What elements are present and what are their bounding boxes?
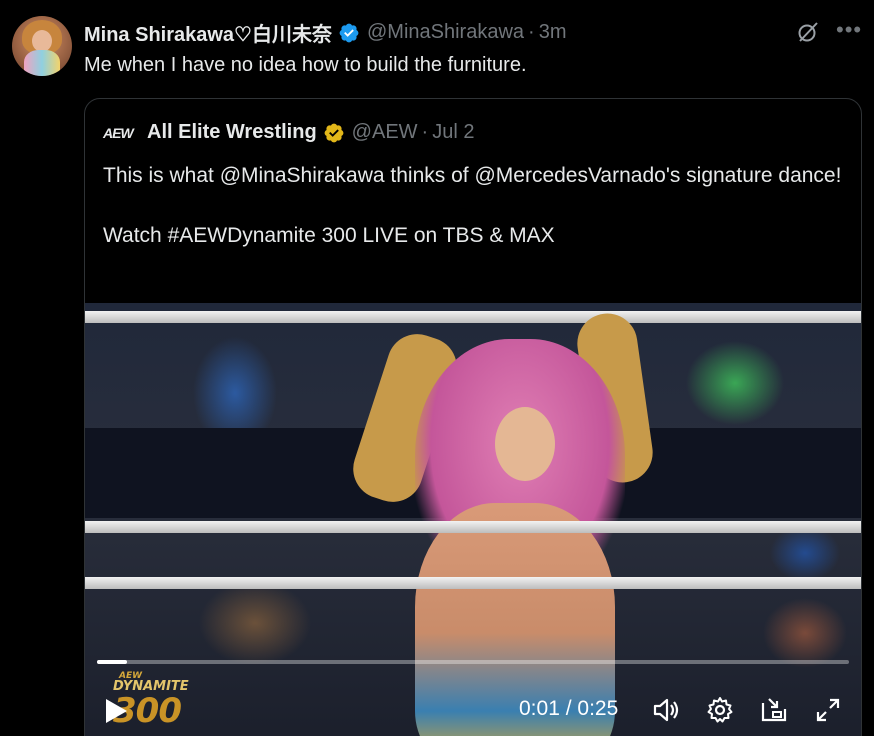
video-player[interactable]: AEW DYNAMITE 300 0:01 / 0:25: [85, 303, 861, 736]
author-name[interactable]: Mina Shirakawa♡白川未奈: [84, 18, 332, 47]
grok-icon[interactable]: [796, 20, 820, 44]
quoted-text-line: This is what @MinaShirakawa thinks of @M…: [103, 164, 842, 187]
quoted-tweet[interactable]: AEW All Elite Wrestling @AEW · Jul 2 Thi…: [84, 98, 862, 736]
quoted-author-name[interactable]: All Elite Wrestling: [147, 121, 317, 144]
quoted-tweet-date[interactable]: Jul 2: [432, 121, 474, 144]
quoted-tweet-header: AEW All Elite Wrestling @AEW · Jul 2: [103, 121, 474, 144]
author-handle[interactable]: @MinaShirakawa: [367, 21, 524, 44]
author-avatar[interactable]: [12, 16, 72, 76]
tweet-text: Me when I have no idea how to build the …: [84, 54, 527, 76]
current-time: 0:01: [519, 697, 560, 720]
play-icon[interactable]: [103, 697, 129, 725]
fullscreen-icon[interactable]: [813, 695, 843, 725]
separator-dot: ·: [528, 21, 535, 43]
aew-avatar-logo[interactable]: AEW: [103, 123, 139, 143]
gold-verified-badge-icon: [324, 123, 344, 142]
time-separator: /: [565, 697, 572, 720]
video-progress-fill: [97, 660, 128, 664]
video-progress-bar[interactable]: [97, 660, 849, 664]
settings-icon[interactable]: [705, 695, 735, 725]
tweet-card[interactable]: Mina Shirakawa♡白川未奈 @MinaShirakawa · 3m …: [0, 0, 874, 736]
tweet-header: Mina Shirakawa♡白川未奈 @MinaShirakawa · 3m: [84, 18, 567, 47]
video-time: 0:01 / 0:25: [519, 697, 618, 721]
verified-badge-icon: [339, 23, 359, 42]
separator-dot: ·: [421, 121, 429, 143]
tweet-timestamp[interactable]: 3m: [539, 21, 567, 44]
quoted-text-line: Watch #AEWDynamite 300 LIVE on TBS & MAX: [103, 224, 555, 247]
quoted-author-handle[interactable]: @AEW: [352, 121, 418, 144]
pip-icon[interactable]: [759, 695, 789, 725]
volume-icon[interactable]: [651, 695, 681, 725]
more-icon[interactable]: •••: [836, 19, 861, 42]
duration: 0:25: [577, 697, 619, 720]
quoted-tweet-text: This is what @MinaShirakawa thinks of @M…: [103, 161, 843, 251]
